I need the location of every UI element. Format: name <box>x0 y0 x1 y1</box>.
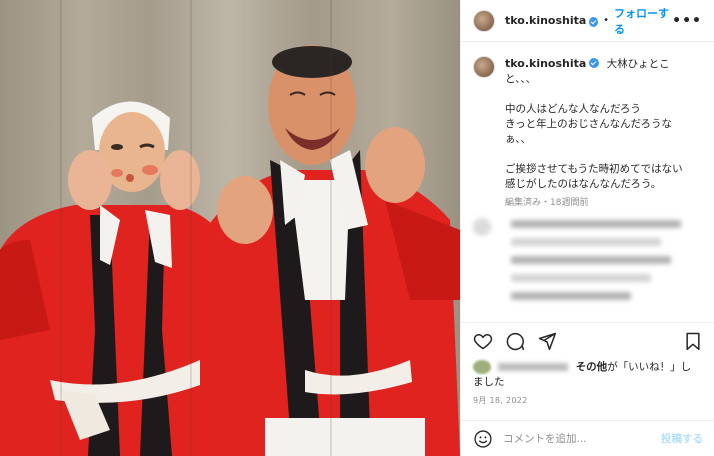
emoji-icon[interactable] <box>473 429 493 449</box>
share-button[interactable] <box>535 329 559 353</box>
comment-box: 投稿する <box>461 420 714 456</box>
caption: tko.kinoshita 大林ひょとこ と、、、 中の人はどんな人なんだろう … <box>461 42 714 211</box>
wall-texture <box>60 0 62 456</box>
post-side-panel: tko.kinoshita • フォローする ••• tko.kinoshita… <box>460 0 714 456</box>
caption-line <box>505 147 702 162</box>
caption-line <box>505 87 702 102</box>
bookmark-icon <box>686 332 700 350</box>
smiling-man <box>205 45 460 456</box>
post-header: tko.kinoshita • フォローする ••• <box>461 0 714 42</box>
comment-icon <box>506 332 525 350</box>
caption-meta: 編集済み・18週間前 <box>505 198 589 208</box>
wall-texture <box>190 0 192 456</box>
caption-username[interactable]: tko.kinoshita <box>505 57 586 70</box>
post-comment-button[interactable]: 投稿する <box>661 431 703 446</box>
heart-icon <box>473 333 493 349</box>
comment-line <box>511 238 661 246</box>
caption-line: ぁ、、 <box>505 133 532 145</box>
avatar <box>473 218 491 236</box>
likes-others-link[interactable]: その他 <box>576 361 608 373</box>
comment-line <box>511 220 681 228</box>
comment-line <box>511 256 671 264</box>
caption-line: 中の人はどんな人なんだろう <box>505 103 641 115</box>
share-icon <box>538 332 557 350</box>
likes-text-end: ました <box>473 376 505 388</box>
masked-person <box>0 101 240 456</box>
likes-summary: その他が「いいね！」し ました <box>473 360 705 390</box>
comment-input[interactable] <box>503 432 653 445</box>
like-button[interactable] <box>471 329 495 353</box>
comment-line <box>511 292 631 300</box>
verified-badge-icon <box>589 58 600 68</box>
caption-line: 感じがしたのはなんなんだろう。 <box>505 178 662 190</box>
avatar[interactable] <box>473 9 495 32</box>
separator: • <box>603 15 610 26</box>
likes-text: が「いいね！」し <box>607 361 692 373</box>
caption-line: きっと年上のおじさんなんだろうな <box>505 118 672 130</box>
post-photo[interactable] <box>0 0 460 456</box>
save-button[interactable] <box>681 329 705 353</box>
blurred-comments <box>473 212 705 320</box>
caption-line: 大林ひょとこ <box>606 58 670 70</box>
comment-line <box>511 274 651 282</box>
photo-illustration <box>0 45 460 456</box>
wall-texture <box>330 0 332 456</box>
post-date[interactable]: 9月 18, 2022 <box>473 395 528 406</box>
verified-badge-icon <box>589 16 599 27</box>
comment-button[interactable] <box>503 329 527 353</box>
avatar[interactable] <box>473 56 495 78</box>
more-options-icon[interactable]: ••• <box>672 13 702 29</box>
avatar <box>473 360 491 374</box>
header-username[interactable]: tko.kinoshita <box>505 14 586 27</box>
action-bar <box>461 322 714 358</box>
follow-button[interactable]: フォローする <box>614 5 672 37</box>
caption-line: と、、、 <box>505 73 537 85</box>
caption-line: ご挨拶させてもうた時初めてではない <box>505 163 683 175</box>
blurred-username <box>498 363 569 371</box>
